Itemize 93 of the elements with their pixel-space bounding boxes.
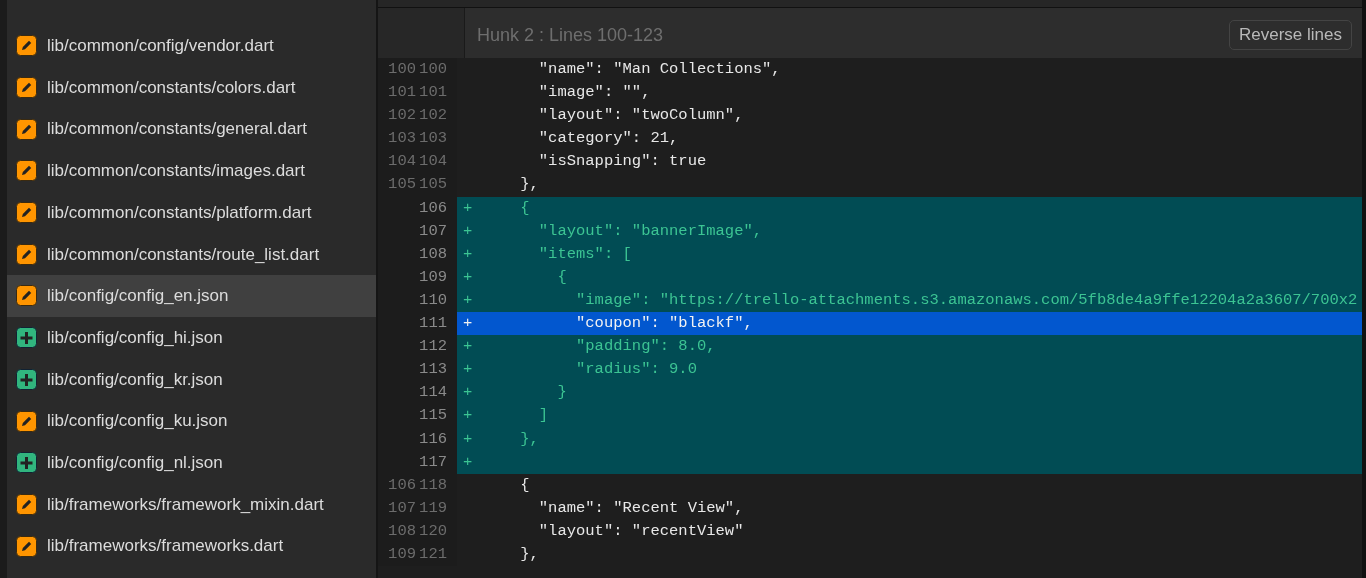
file-path: lib/config/config_en.json (47, 285, 229, 308)
old-line-number: 108 (388, 521, 416, 540)
old-line-number: 109 (388, 544, 416, 563)
new-line-number: 118 (419, 475, 447, 494)
code-line: "category": 21, (537, 129, 679, 148)
file-list-item[interactable]: lib/common/constants/general.dart (7, 108, 376, 151)
new-line-number: 119 (419, 498, 447, 517)
added-marker: + (463, 337, 473, 356)
old-line-number: 102 (388, 106, 416, 125)
code-line: "layout": "recentView" (537, 521, 744, 540)
code-line: "image": "", (537, 83, 651, 102)
file-path: lib/common/constants/colors.dart (47, 76, 296, 99)
file-list-item[interactable]: lib/config/config_hi.json (7, 316, 376, 359)
new-line-number: 111 (419, 314, 447, 333)
new-line-number: 109 (419, 267, 447, 286)
file-list-item[interactable]: lib/frameworks/framework_mixin.dart (7, 483, 376, 526)
old-line-number: 106 (388, 475, 416, 494)
added-marker: + (463, 244, 473, 263)
file-path: lib/common/config/vendor.dart (47, 35, 274, 58)
file-list-item[interactable]: lib/config/config_kr.json (7, 358, 376, 401)
file-path: lib/config/config_kr.json (47, 368, 223, 391)
code-line: }, (519, 175, 539, 194)
new-line-number: 102 (419, 106, 447, 125)
new-line-number: 112 (419, 337, 447, 356)
code-line: "padding": 8.0, (575, 337, 716, 356)
code-line: "items": [ (537, 244, 632, 263)
new-line-number: 115 (419, 406, 447, 425)
code-line: "image": "https://trello-attachments.s3.amazonaws.com/5fb8de4a9ffe12204a2a3607/700x2 (575, 290, 1358, 309)
code-line: "name": "Man Collections", (537, 60, 781, 78)
file-list-item[interactable]: lib/config/config_ku.json (7, 400, 376, 442)
file-path: lib/common/constants/route_list.dart (47, 243, 320, 266)
code-line: "coupon": "blackf", (575, 314, 753, 333)
file-path: lib/common/constants/platform.dart (47, 201, 312, 224)
code-line: }, (519, 429, 539, 448)
file-list-item[interactable]: lib/common/constants/route_list.dart (7, 233, 376, 276)
file-list-item[interactable]: lib/common/constants/platform.dart (7, 191, 376, 234)
code-line: { (519, 198, 530, 217)
file-list-item[interactable]: lib/config/config_nl.json (7, 441, 376, 484)
code-line: } (556, 383, 567, 402)
file-path: lib/frameworks/frameworks.dart (47, 535, 284, 558)
new-line-number: 108 (419, 244, 447, 263)
old-line-number: 103 (388, 129, 416, 148)
added-marker: + (463, 267, 473, 286)
added-marker: + (463, 290, 473, 309)
new-line-number: 117 (419, 452, 447, 471)
added-marker: + (463, 383, 473, 402)
added-marker: + (463, 314, 473, 333)
added-marker: + (463, 360, 473, 379)
file-list-item[interactable]: lib/frameworks/frameworks.dart (7, 525, 376, 567)
new-line-number: 105 (419, 175, 447, 194)
file-path: lib/config/config_nl.json (47, 451, 223, 474)
added-marker: + (463, 221, 473, 240)
code-line: "isSnapping": true (537, 152, 707, 171)
code-line: ] (537, 406, 549, 425)
added-marker: + (463, 452, 473, 471)
new-line-number: 104 (419, 152, 447, 171)
old-line-number: 107 (388, 498, 416, 517)
file-list-item[interactable]: lib/common/constants/colors.dart (7, 66, 376, 109)
new-line-number: 113 (419, 360, 447, 379)
added-marker: + (463, 198, 473, 217)
file-path: lib/config/config_hi.json (47, 326, 223, 349)
new-line-number: 120 (419, 521, 447, 540)
code-line: "layout": "twoColumn", (537, 106, 744, 125)
added-marker: + (463, 406, 473, 425)
file-path: lib/frameworks/framework_mixin.dart (47, 493, 324, 516)
code-line: "layout": "bannerImage", (537, 221, 763, 240)
old-line-number: 105 (388, 175, 416, 194)
file-path: lib/common/constants/images.dart (47, 160, 305, 183)
file-list-item[interactable]: lib/config/config_en.json (7, 275, 376, 317)
code-line: "radius": 9.0 (575, 360, 697, 379)
code-line: { (519, 475, 530, 494)
code-line: }, (519, 544, 539, 563)
old-line-number: 104 (388, 152, 416, 171)
added-marker: + (463, 429, 473, 448)
new-line-number: 116 (419, 429, 447, 448)
old-line-number: 100 (388, 60, 416, 78)
file-list-item[interactable]: lib/common/constants/images.dart (7, 150, 376, 192)
reverse-lines-button[interactable]: Reverse lines (1229, 20, 1352, 50)
code-line: "name": "Recent View", (537, 498, 744, 517)
new-line-number: 121 (419, 544, 447, 563)
new-line-number: 101 (419, 83, 447, 102)
file-list-item[interactable]: lib/common/config/vendor.dart (7, 25, 376, 67)
file-path: lib/common/constants/general.dart (47, 118, 307, 141)
old-line-number: 101 (388, 83, 416, 102)
new-line-number: 110 (419, 290, 447, 309)
hunk-title: Hunk 2 : Lines 100-123 (477, 23, 664, 47)
new-line-number: 114 (419, 383, 447, 402)
new-line-number: 100 (419, 60, 447, 78)
new-line-number: 106 (419, 198, 447, 217)
new-line-number: 103 (419, 129, 447, 148)
new-line-number: 107 (419, 221, 447, 240)
code-line: { (556, 267, 567, 286)
file-path: lib/config/config_ku.json (47, 410, 228, 433)
